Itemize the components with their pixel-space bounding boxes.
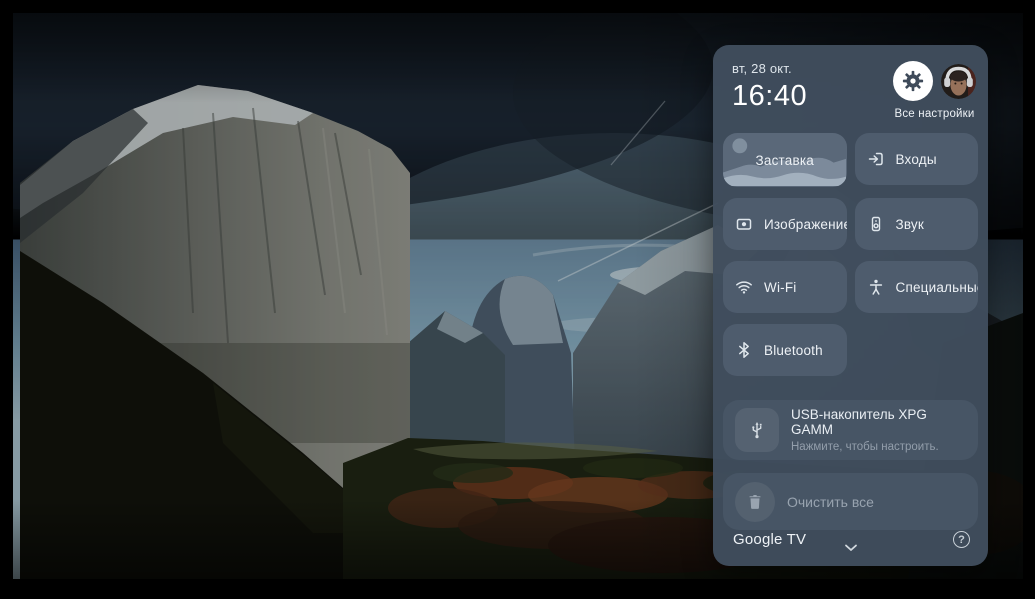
avatar-photo <box>941 64 976 99</box>
tile-bluetooth[interactable]: Bluetooth <box>723 324 847 376</box>
clear-all-label: Очистить все <box>787 494 874 510</box>
tile-label: Bluetooth <box>764 343 823 358</box>
datetime: вт, 28 окт. 16:40 <box>732 61 807 113</box>
user-avatar[interactable] <box>941 64 976 99</box>
clock: 16:40 <box>732 80 807 113</box>
help-icon[interactable]: ? <box>953 531 970 548</box>
tile-label: Изображение <box>764 217 847 232</box>
tile-wifi[interactable]: Wi-Fi <box>723 261 847 313</box>
usb-notification[interactable]: USB-накопитель XPG GAMM Нажмите, чтобы н… <box>723 400 978 460</box>
tile-label: Wi-Fi <box>764 280 796 295</box>
usb-text: USB-накопитель XPG GAMM Нажмите, чтобы н… <box>791 407 966 453</box>
tiles-grid: Заставка Входы Изображение <box>721 133 980 376</box>
trash-icon <box>735 482 775 522</box>
wifi-icon <box>735 278 753 296</box>
tile-sound[interactable]: Звук <box>855 198 979 250</box>
panel-header: вт, 28 окт. 16:40 <box>732 61 976 120</box>
usb-icon <box>735 408 779 452</box>
bluetooth-icon <box>735 341 753 359</box>
picture-icon <box>735 215 753 233</box>
quick-settings-panel: вт, 28 окт. 16:40 <box>713 45 988 566</box>
tile-picture[interactable]: Изображение <box>723 198 847 250</box>
tile-accessibility[interactable]: Специальные <box>855 261 979 313</box>
gear-icon <box>902 70 924 92</box>
date-label: вт, 28 окт. <box>732 61 807 76</box>
tile-label: Звук <box>896 217 925 232</box>
tv-screen: вт, 28 окт. 16:40 <box>13 13 1023 579</box>
input-icon <box>867 150 885 168</box>
tile-label: Входы <box>896 152 937 167</box>
usb-subtitle: Нажмите, чтобы настроить. <box>791 441 966 453</box>
tile-label: Заставка <box>756 153 814 168</box>
panel-footer: Google TV ? <box>721 531 980 558</box>
speaker-icon <box>867 215 885 233</box>
settings-group: Все настройки <box>893 61 976 120</box>
google-tv-brand: Google TV <box>733 531 806 548</box>
tile-label: Специальные <box>896 280 979 295</box>
all-settings-label: Все настройки <box>894 108 974 120</box>
all-settings-button[interactable] <box>893 61 933 101</box>
usb-title: USB-накопитель XPG GAMM <box>791 407 966 437</box>
tile-screensaver[interactable]: Заставка <box>723 133 847 187</box>
tile-inputs[interactable]: Входы <box>855 133 979 185</box>
clear-all-button[interactable]: Очистить все <box>723 473 978 530</box>
chevron-down-icon[interactable] <box>844 539 857 557</box>
accessibility-icon <box>867 278 885 296</box>
